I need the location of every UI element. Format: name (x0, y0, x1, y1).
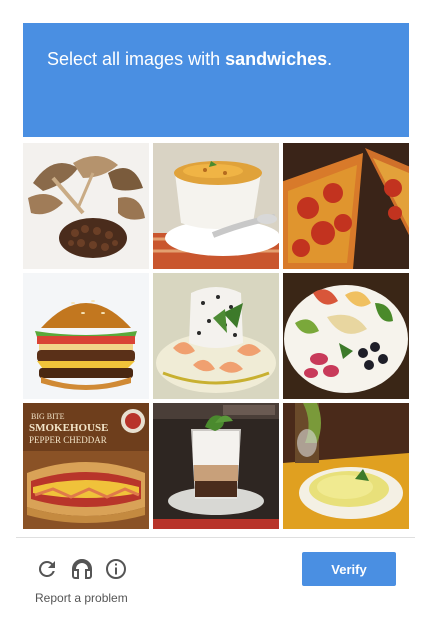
verify-button[interactable]: Verify (302, 552, 396, 586)
headphones-icon[interactable] (70, 557, 94, 581)
image-tile-salad[interactable] (283, 273, 409, 399)
challenge-header: Select all images with sandwiches. (23, 23, 409, 137)
challenge-instruction: Select all images with sandwiches. (47, 49, 333, 69)
image-tile-shrimp-rice[interactable] (153, 273, 279, 399)
challenge-target-word: sandwiches (225, 49, 328, 69)
poster-text-small: BIG BITE (31, 412, 65, 421)
image-tile-coffee-dessert[interactable] (153, 403, 279, 529)
image-tile-mushrooms[interactable] (23, 143, 149, 269)
image-tile-soup[interactable] (153, 143, 279, 269)
poster-subtitle: PEPPER CHEDDAR (29, 435, 107, 445)
image-tile-smokehouse-sandwich[interactable]: BIG BITE SMOKEHOUSE PEPPER CHEDDAR (23, 403, 149, 529)
info-icon[interactable] (104, 557, 128, 581)
poster-title: SMOKEHOUSE (29, 422, 108, 434)
image-tile-yellow-rice[interactable] (283, 403, 409, 529)
footer-divider (16, 537, 415, 538)
image-tile-burger[interactable] (23, 273, 149, 399)
report-problem-link[interactable]: Report a problem (35, 591, 128, 605)
image-tile-pizza[interactable] (283, 143, 409, 269)
reload-icon[interactable] (35, 557, 59, 581)
image-grid: BIG BITE SMOKEHOUSE PEPPER CHEDDAR (23, 143, 409, 529)
